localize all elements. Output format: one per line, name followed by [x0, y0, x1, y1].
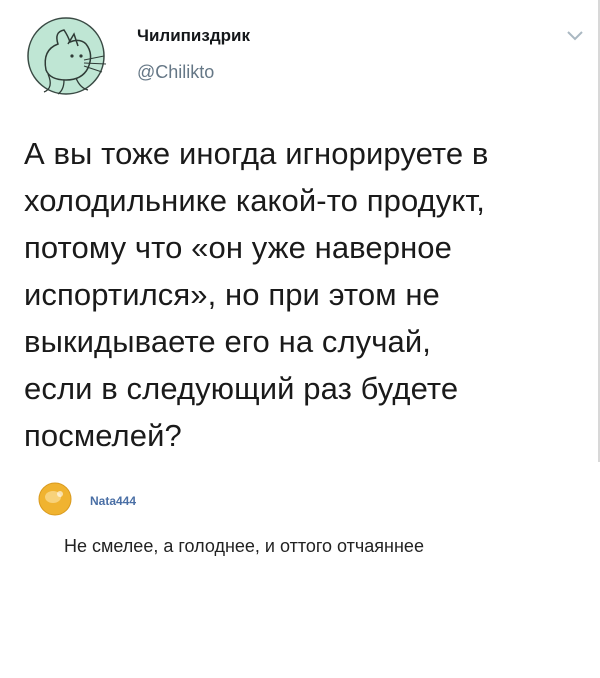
author-handle[interactable]: @Chilikto: [137, 62, 214, 83]
chevron-down-icon[interactable]: [566, 30, 584, 42]
tweet-text-line: выкидываете его на случай,: [24, 324, 431, 359]
tweet-card: Чилипиздрик @Chilikto А вы тоже иногда и…: [0, 0, 600, 462]
comment-text: Не смелее, а голоднее, и оттого отчаянне…: [64, 536, 424, 556]
author-name[interactable]: Чилипиздрик: [137, 26, 250, 46]
tweet-text-line: посмелей?: [24, 418, 182, 453]
tweet-text-line: холодильнике какой-то продукт,: [24, 183, 485, 218]
tweet-text-line: А вы тоже иногда игнорируете в: [24, 136, 489, 171]
tweet-text: А вы тоже иногда игнорируете в холодильн…: [24, 130, 599, 459]
comment-username[interactable]: Nata444: [90, 494, 136, 508]
comment: Nata444 Не смелее, а голоднее, и оттого …: [0, 462, 600, 678]
green-cat-avatar-icon[interactable]: [24, 14, 112, 96]
orange-user-avatar-icon[interactable]: [38, 482, 72, 516]
tweet-text-line: испортился», но при этом не: [24, 277, 440, 312]
tweet-text-line: если в следующий раз будете: [24, 371, 459, 406]
tweet-text-line: потому что «он уже наверное: [24, 230, 452, 265]
